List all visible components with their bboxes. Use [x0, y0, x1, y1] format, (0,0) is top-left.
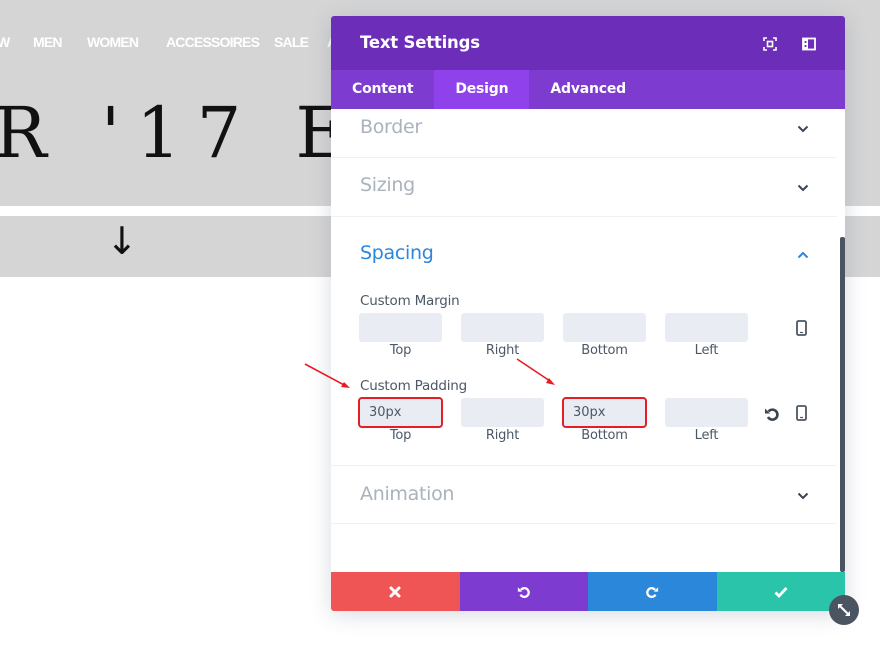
responsive-phone-icon[interactable]	[796, 405, 807, 421]
reset-icon[interactable]	[764, 406, 780, 422]
margin-right-input[interactable]	[461, 313, 544, 342]
scrollbar[interactable]	[840, 237, 845, 572]
section-title-animation[interactable]: Animation	[360, 483, 454, 505]
nav-item-men[interactable]: MEN	[33, 34, 63, 50]
padding-bottom-caption: Bottom	[581, 428, 628, 443]
margin-left-input[interactable]	[665, 313, 748, 342]
down-arrow-icon[interactable]: ↓	[106, 222, 138, 260]
padding-left-input[interactable]	[665, 398, 748, 427]
margin-left-caption: Left	[694, 343, 719, 358]
resize-arrows-icon	[838, 604, 850, 616]
responsive-phone-icon[interactable]	[796, 320, 807, 336]
padding-right-caption: Right	[485, 428, 520, 443]
section-animation[interactable]: Animation	[331, 466, 837, 524]
section-title-sizing[interactable]: Sizing	[360, 174, 415, 196]
custom-margin-inputs: Top Right Bottom Left	[359, 313, 748, 358]
redo-icon	[646, 586, 659, 598]
margin-bottom-caption: Bottom	[581, 343, 628, 358]
section-title-spacing[interactable]: Spacing	[360, 242, 434, 264]
undo-button[interactable]	[459, 572, 588, 611]
redo-button[interactable]	[588, 572, 717, 611]
tab-design[interactable]: Design	[434, 70, 530, 109]
chevron-down-icon[interactable]	[797, 184, 809, 192]
section-border[interactable]: Border	[331, 109, 837, 158]
nav-item-sale[interactable]: SALE	[274, 34, 309, 50]
modal-footer	[331, 572, 845, 611]
text-settings-modal: Text Settings Content Design Advanced Bo…	[331, 16, 845, 611]
custom-padding-inputs: Top Right Bottom Left	[358, 397, 748, 443]
chevron-up-icon[interactable]	[797, 251, 809, 259]
margin-bottom-input[interactable]	[563, 313, 646, 342]
close-icon	[389, 586, 401, 597]
margin-top-caption: Top	[389, 343, 412, 358]
resize-handle[interactable]	[829, 595, 859, 625]
margin-right-caption: Right	[485, 343, 520, 358]
section-spacing: Spacing Custom Margin Top Right Bottom L…	[331, 217, 837, 466]
split-view-icon[interactable]	[802, 36, 816, 51]
save-button[interactable]	[716, 572, 845, 611]
modal-title: Text Settings	[360, 33, 480, 52]
nav-item-new[interactable]: W	[0, 34, 10, 50]
modal-body: Border Sizing Spacing Custom Margin Top …	[331, 109, 845, 572]
modal-header: Text Settings	[331, 16, 845, 70]
padding-left-caption: Left	[694, 428, 719, 443]
padding-top-caption: Top	[389, 428, 412, 443]
tab-advanced[interactable]: Advanced	[529, 70, 647, 109]
nav-item-accessoires[interactable]: ACCESSOIRES	[166, 34, 260, 50]
padding-top-input[interactable]	[358, 397, 443, 428]
undo-icon	[517, 586, 530, 598]
cancel-button[interactable]	[331, 572, 460, 611]
expand-icon[interactable]	[763, 36, 777, 51]
check-icon	[774, 586, 788, 598]
nav-item-women[interactable]: WOMEN	[87, 34, 139, 50]
custom-margin-label: Custom Margin	[360, 293, 460, 309]
margin-top-input[interactable]	[359, 313, 442, 342]
padding-bottom-input[interactable]	[562, 397, 647, 428]
settings-tabs: Content Design Advanced	[331, 70, 845, 109]
chevron-down-icon[interactable]	[797, 125, 809, 133]
custom-padding-label: Custom Padding	[360, 378, 468, 394]
tab-content[interactable]: Content	[331, 70, 434, 109]
section-sizing[interactable]: Sizing	[331, 158, 837, 217]
section-title-border[interactable]: Border	[360, 116, 422, 138]
padding-right-input[interactable]	[461, 398, 544, 427]
chevron-down-icon[interactable]	[797, 492, 809, 500]
